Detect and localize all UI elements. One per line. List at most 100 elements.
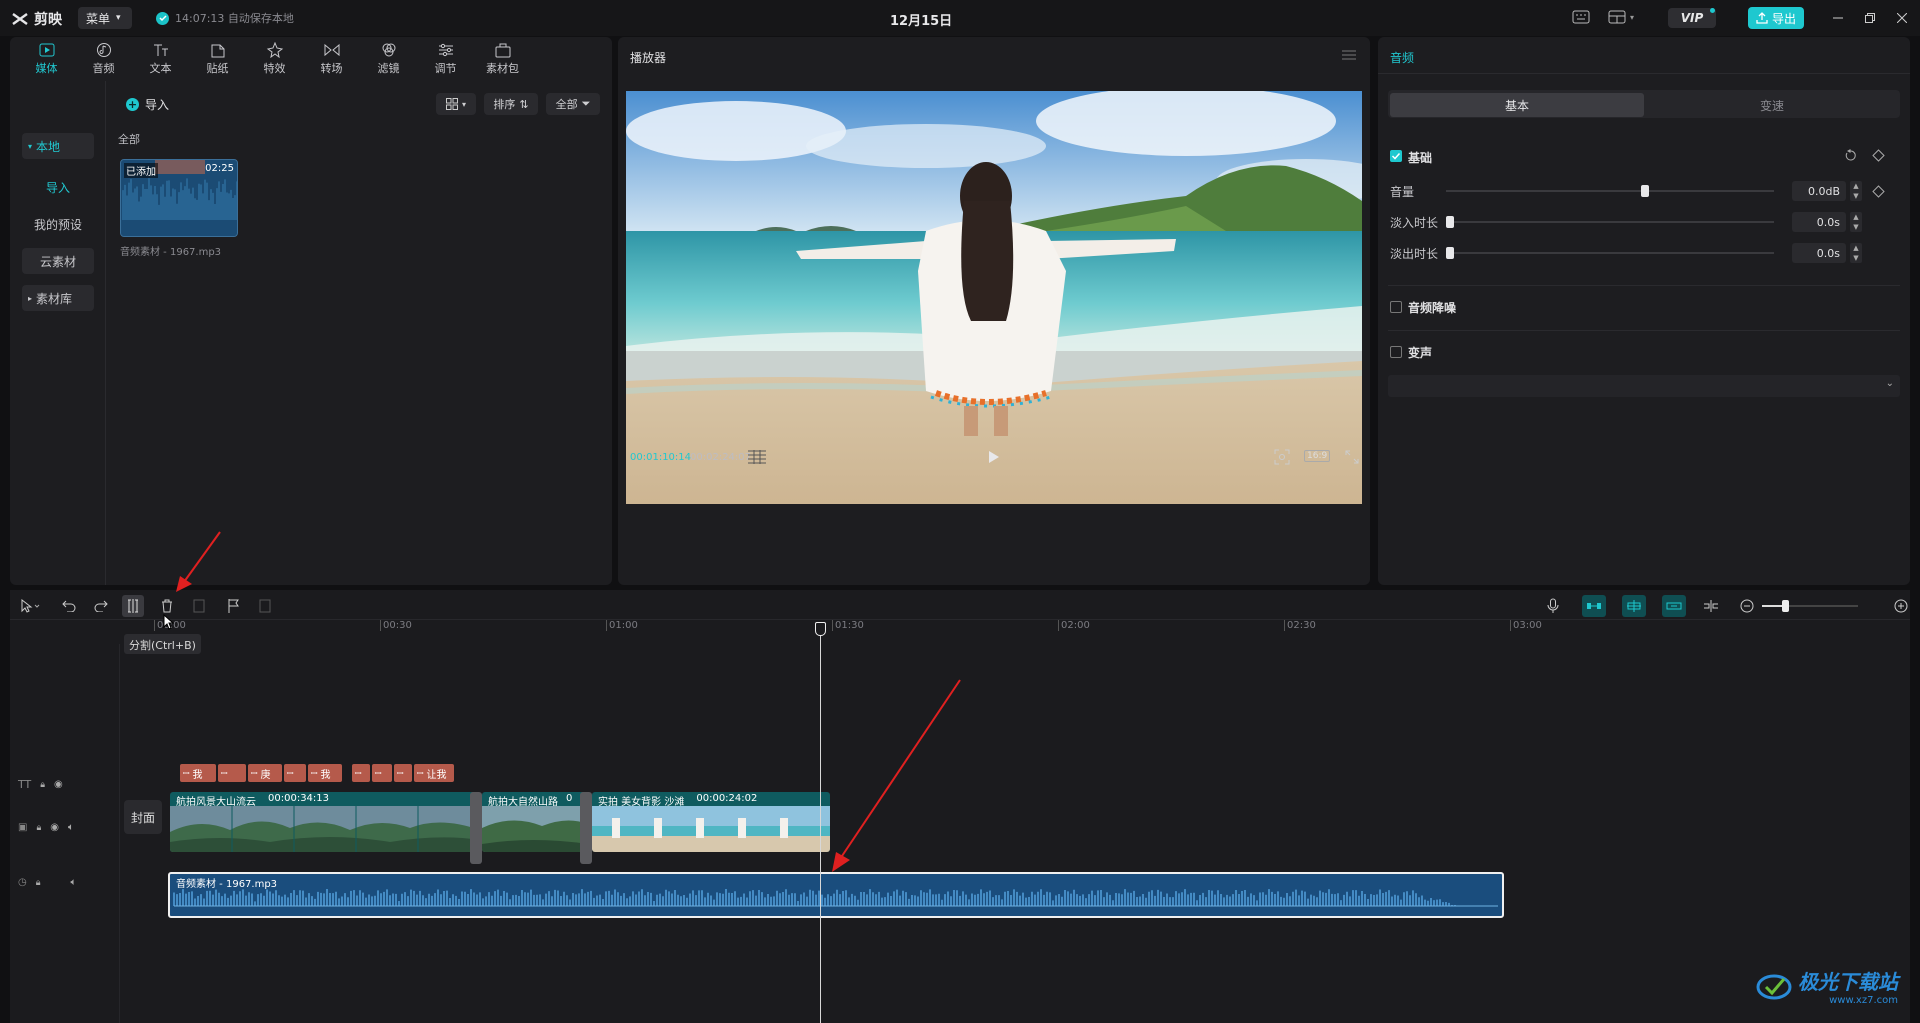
text-clip[interactable]: ꟷ我 — [308, 764, 342, 782]
auto-snap-icon[interactable] — [1622, 595, 1646, 617]
restore-icon[interactable] — [1860, 8, 1880, 28]
fadein-stepper-icon[interactable]: ▲ ▼ — [1850, 212, 1862, 232]
lock-icon[interactable]: 🔒︎ — [36, 878, 41, 888]
tab-audio[interactable]: 音频 — [75, 37, 132, 81]
timecode-grid-icon[interactable] — [748, 450, 766, 464]
shortcut-icon[interactable] — [1572, 10, 1590, 24]
lock-icon[interactable]: 🔒︎ — [36, 823, 41, 833]
close-icon[interactable] — [1892, 8, 1912, 28]
video-preview[interactable] — [626, 91, 1362, 504]
redo-icon[interactable] — [90, 595, 112, 617]
side-nav-presets[interactable]: 我的预设 — [22, 211, 94, 237]
speaker-icon[interactable]: 🔈︎ — [68, 822, 74, 833]
package-icon — [495, 43, 510, 58]
volume-input[interactable]: 0.0dB — [1792, 181, 1846, 201]
side-nav-local[interactable]: ▾ 本地 — [22, 133, 94, 159]
microphone-icon[interactable] — [1542, 595, 1564, 617]
layout-icon[interactable]: ▾ — [1608, 10, 1634, 24]
fadeout-slider[interactable] — [1446, 247, 1774, 259]
fadein-input[interactable]: 0.0s — [1792, 212, 1846, 232]
tab-sticker[interactable]: 贴纸 — [189, 37, 246, 81]
video-clip[interactable]: 航拍大自然山路 0 — [482, 792, 588, 852]
side-nav-import[interactable]: 导入 — [22, 174, 94, 200]
menu-lines-icon[interactable] — [1342, 49, 1356, 61]
minimize-icon[interactable] — [1828, 8, 1848, 28]
eye-icon[interactable]: ◉ — [54, 779, 63, 790]
text-clip[interactable]: ꟷ — [394, 764, 412, 782]
fadeout-stepper-icon[interactable]: ▲ ▼ — [1850, 243, 1862, 263]
preview-axis-icon[interactable] — [1700, 595, 1722, 617]
tab-filter[interactable]: 滤镜 — [360, 37, 417, 81]
tab-basic[interactable]: 基本 — [1390, 93, 1644, 117]
filter-button[interactable]: 全部 ⏷ — [546, 93, 600, 115]
tab-transition[interactable]: 转场 — [303, 37, 360, 81]
side-nav-library[interactable]: ▸ 素材库 — [22, 285, 94, 311]
text-clip[interactable]: ꟷ我 — [180, 764, 216, 782]
fit-screen-icon[interactable] — [1274, 449, 1290, 465]
speaker-icon[interactable]: 🔈︎ — [71, 877, 77, 888]
freeze-icon[interactable] — [188, 595, 210, 617]
text-clip[interactable]: ꟷ — [218, 764, 246, 782]
marker-icon[interactable] — [222, 595, 244, 617]
tab-label: 转场 — [320, 62, 343, 75]
play-icon[interactable] — [988, 450, 1000, 464]
link-main-track-icon[interactable] — [1582, 595, 1606, 617]
fadeout-knob[interactable] — [1446, 247, 1454, 259]
video-clip[interactable]: 航拍风景大山流云 00:00:34:13 — [170, 792, 480, 852]
text-clip[interactable]: ꟷ — [284, 764, 306, 782]
fullscreen-icon[interactable] — [1345, 450, 1359, 464]
volume-slider[interactable] — [1446, 185, 1774, 197]
voice-change-checkbox[interactable] — [1390, 346, 1402, 358]
side-nav-cloud[interactable]: 云素材 — [22, 248, 94, 274]
volume-stepper-icon[interactable]: ▲ ▼ — [1850, 181, 1862, 201]
tab-media[interactable]: 媒体 — [18, 37, 75, 81]
tab-adjust[interactable]: 调节 — [417, 37, 474, 81]
export-button[interactable]: 导出 — [1748, 7, 1804, 29]
fadein-slider[interactable] — [1446, 216, 1774, 228]
select-tool-icon[interactable] — [14, 595, 46, 617]
playhead-handle[interactable] — [815, 622, 826, 636]
cover-button[interactable] — [102, 660, 140, 690]
text-clip[interactable]: ꟷ庚 — [248, 764, 282, 782]
time-ruler[interactable]: 00:00 00:30 01:00 01:30 02:00 02:30 03:00 — [120, 620, 1910, 644]
text-clip[interactable]: ꟷ — [352, 764, 370, 782]
tab-package[interactable]: 素材包 — [474, 37, 531, 81]
fadeout-input[interactable]: 0.0s — [1792, 243, 1846, 263]
denoise-checkbox[interactable] — [1390, 301, 1402, 313]
tab-effects[interactable]: 特效 — [246, 37, 303, 81]
split-icon[interactable] — [122, 595, 144, 617]
lock-icon[interactable]: 🔒︎ — [40, 780, 45, 790]
keyframe-icon[interactable] — [1872, 149, 1885, 162]
vip-button[interactable]: VIP — [1668, 8, 1716, 28]
undo-icon[interactable] — [58, 595, 80, 617]
volume-knob[interactable] — [1641, 185, 1649, 197]
sort-button[interactable]: 排序 ⇅ — [484, 93, 538, 115]
tab-speed[interactable]: 变速 — [1646, 93, 1898, 117]
volume-keyframe-icon[interactable] — [1872, 185, 1885, 198]
linkage-icon[interactable] — [1662, 595, 1686, 617]
view-mode-button[interactable]: ▾ — [436, 93, 476, 115]
cover-button[interactable]: 封面 — [124, 800, 162, 834]
import-button[interactable]: + 导入 — [118, 93, 177, 115]
crop-icon[interactable] — [254, 595, 276, 617]
fadein-knob[interactable] — [1446, 216, 1454, 228]
text-clip[interactable]: ꟷ 让我 — [414, 764, 454, 782]
zoom-slider[interactable] — [1762, 600, 1858, 612]
voice-preset-select[interactable]: ⌄ — [1388, 375, 1900, 397]
audio-clip[interactable]: 音频素材 - 1967.mp3 — [168, 872, 1504, 918]
zoom-in-icon[interactable] — [1890, 595, 1912, 617]
text-clip[interactable]: ꟷ — [372, 764, 392, 782]
transition-handle[interactable] — [470, 792, 482, 864]
aspect-ratio-button[interactable]: 16:9 — [1304, 450, 1331, 462]
zoom-out-icon[interactable] — [1736, 595, 1758, 617]
transition-handle[interactable] — [580, 792, 592, 864]
reset-icon[interactable] — [1844, 149, 1857, 162]
menu-button[interactable]: 菜单 ▾ — [78, 7, 132, 29]
filter-icon — [382, 43, 395, 57]
media-card[interactable]: 已添加 02:25 — [120, 159, 238, 237]
video-clip[interactable]: 实拍 美女背影 沙滩 00:00:24:02 — [592, 792, 830, 852]
basic-checkbox[interactable] — [1390, 150, 1402, 162]
eye-icon[interactable]: ◉ — [50, 822, 59, 833]
tab-text[interactable]: 文本 — [132, 37, 189, 81]
zoom-knob[interactable] — [1782, 600, 1789, 612]
